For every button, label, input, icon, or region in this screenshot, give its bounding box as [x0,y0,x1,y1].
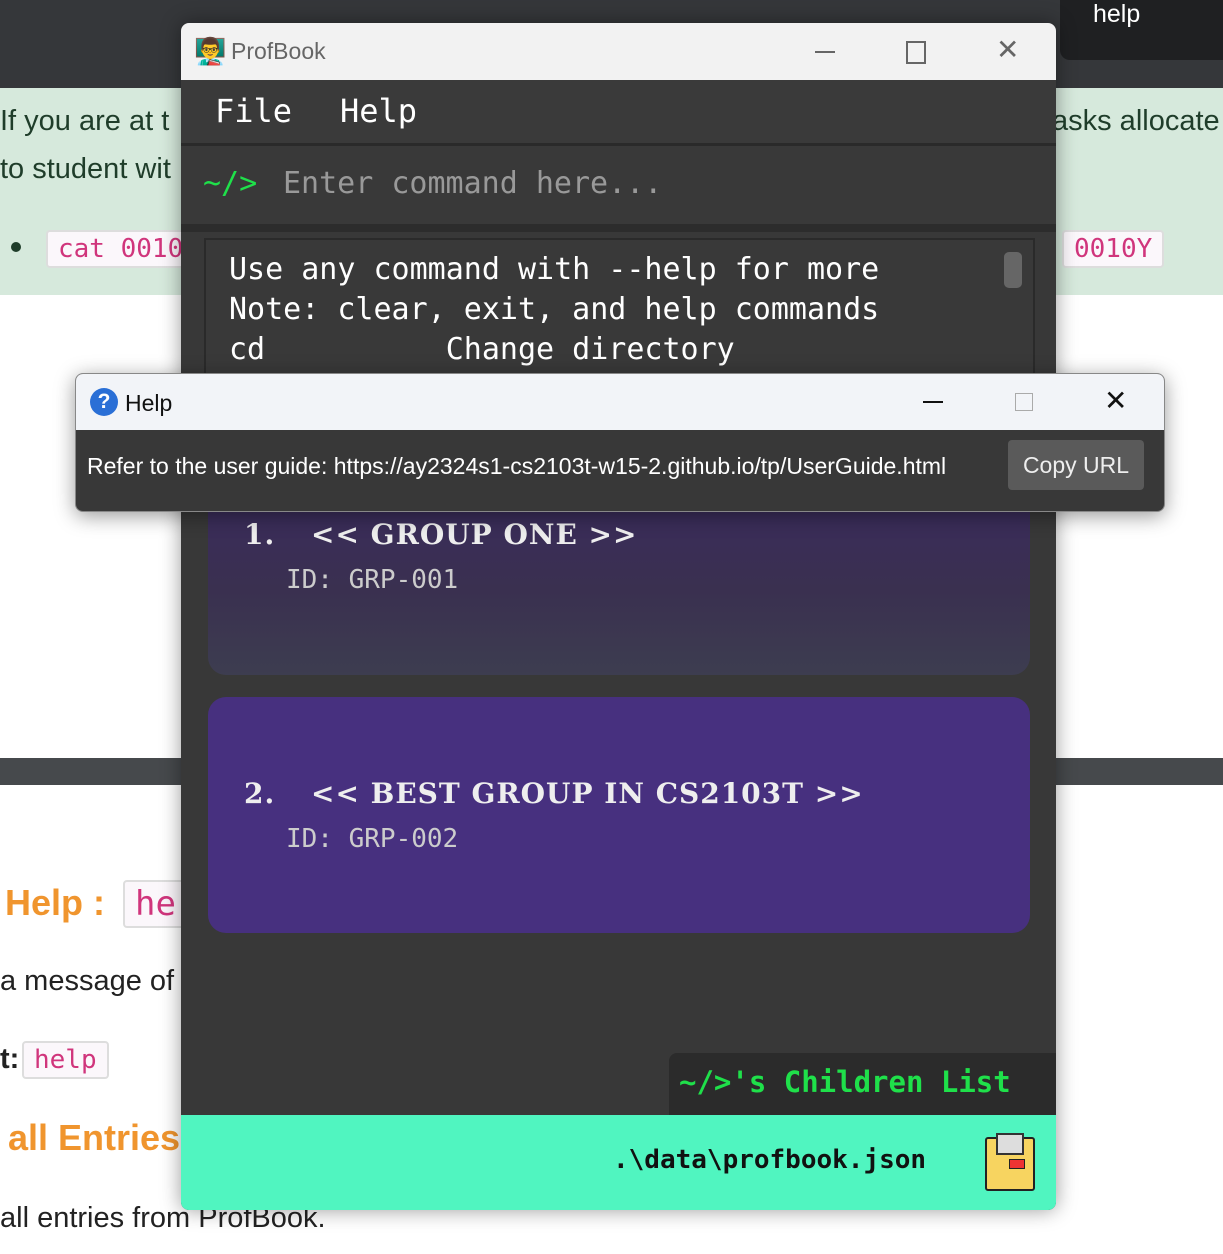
title-bar[interactable]: 👨‍🏫 ProfBook ✕ [181,23,1056,80]
format-code: help [22,1041,109,1079]
help-heading: Help : [5,882,106,923]
close-button[interactable]: ✕ [996,33,1019,66]
help-maximize-button[interactable] [1015,393,1033,411]
help-code: he [123,880,188,928]
minimize-button[interactable] [815,51,835,53]
entries-heading: all Entries [8,1117,181,1158]
help-minimize-button[interactable] [923,401,943,403]
help-close-button[interactable]: ✕ [1104,384,1127,417]
group-id: ID: GRP-001 [286,565,459,595]
profbook-window: 👨‍🏫 ProfBook ✕ File Help ~/> Enter comma… [181,23,1056,1210]
save-path: .\data\profbook.json [613,1145,927,1175]
command-input[interactable]: Enter command here... [283,166,662,201]
result-display: Use any command with --help for more Not… [204,238,1035,392]
menu-bar: File Help [181,80,1056,146]
format-prefix: t: [0,1043,20,1075]
message-text: a message of [0,965,175,997]
help-question-icon: ? [90,388,118,416]
group-name: << BEST GROUP IN CS2103T >> [311,777,864,810]
group-index: 2. [244,777,276,810]
app-logo-icon: 👨‍🏫 [194,36,227,66]
bullet [11,242,21,252]
group-card[interactable]: 2. << BEST GROUP IN CS2103T >> ID: GRP-0… [208,697,1030,933]
tooltip-text: help [1093,0,1141,28]
group-name: << GROUP ONE >> [311,518,638,551]
result-line: Note: clear, exit, and help commands [229,292,880,327]
help-dialog: ? Help ✕ Refer to the user guide: https:… [75,373,1165,512]
group-index: 1. [244,518,276,551]
maximize-button[interactable] [906,41,926,64]
code-cat: cat 0010 [46,230,196,268]
result-line: Use any command with --help for more [229,252,880,287]
top-right-tooltip: help [1060,0,1223,60]
menu-help[interactable]: Help [340,92,417,130]
copy-url-button[interactable]: Copy URL [1008,440,1144,490]
help-message: Refer to the user guide: https://ay2324s… [87,453,947,479]
code-id: 0010Y [1062,230,1165,268]
prompt-label: ~/> [203,166,258,201]
info-line2-left: to student wit [0,153,171,185]
children-list-label: ~/>'s Children List [679,1065,1011,1099]
window-title: ProfBook [231,38,326,64]
result-scrollbar[interactable] [1004,252,1022,288]
help-title-bar[interactable]: ? Help ✕ [76,374,1164,430]
folder-icon [985,1133,1035,1191]
group-id: ID: GRP-002 [286,824,459,854]
status-bar: .\data\profbook.json [181,1115,1056,1210]
result-line: cd Change directory [229,332,735,367]
menu-file[interactable]: File [215,92,292,130]
command-box[interactable]: ~/> Enter command here... [181,146,1056,232]
children-list-tab: ~/>'s Children List [669,1053,1056,1115]
info-line1-right: asks allocate [1052,105,1220,137]
info-line1-left: If you are at t [0,105,170,137]
help-title: Help [125,390,173,416]
